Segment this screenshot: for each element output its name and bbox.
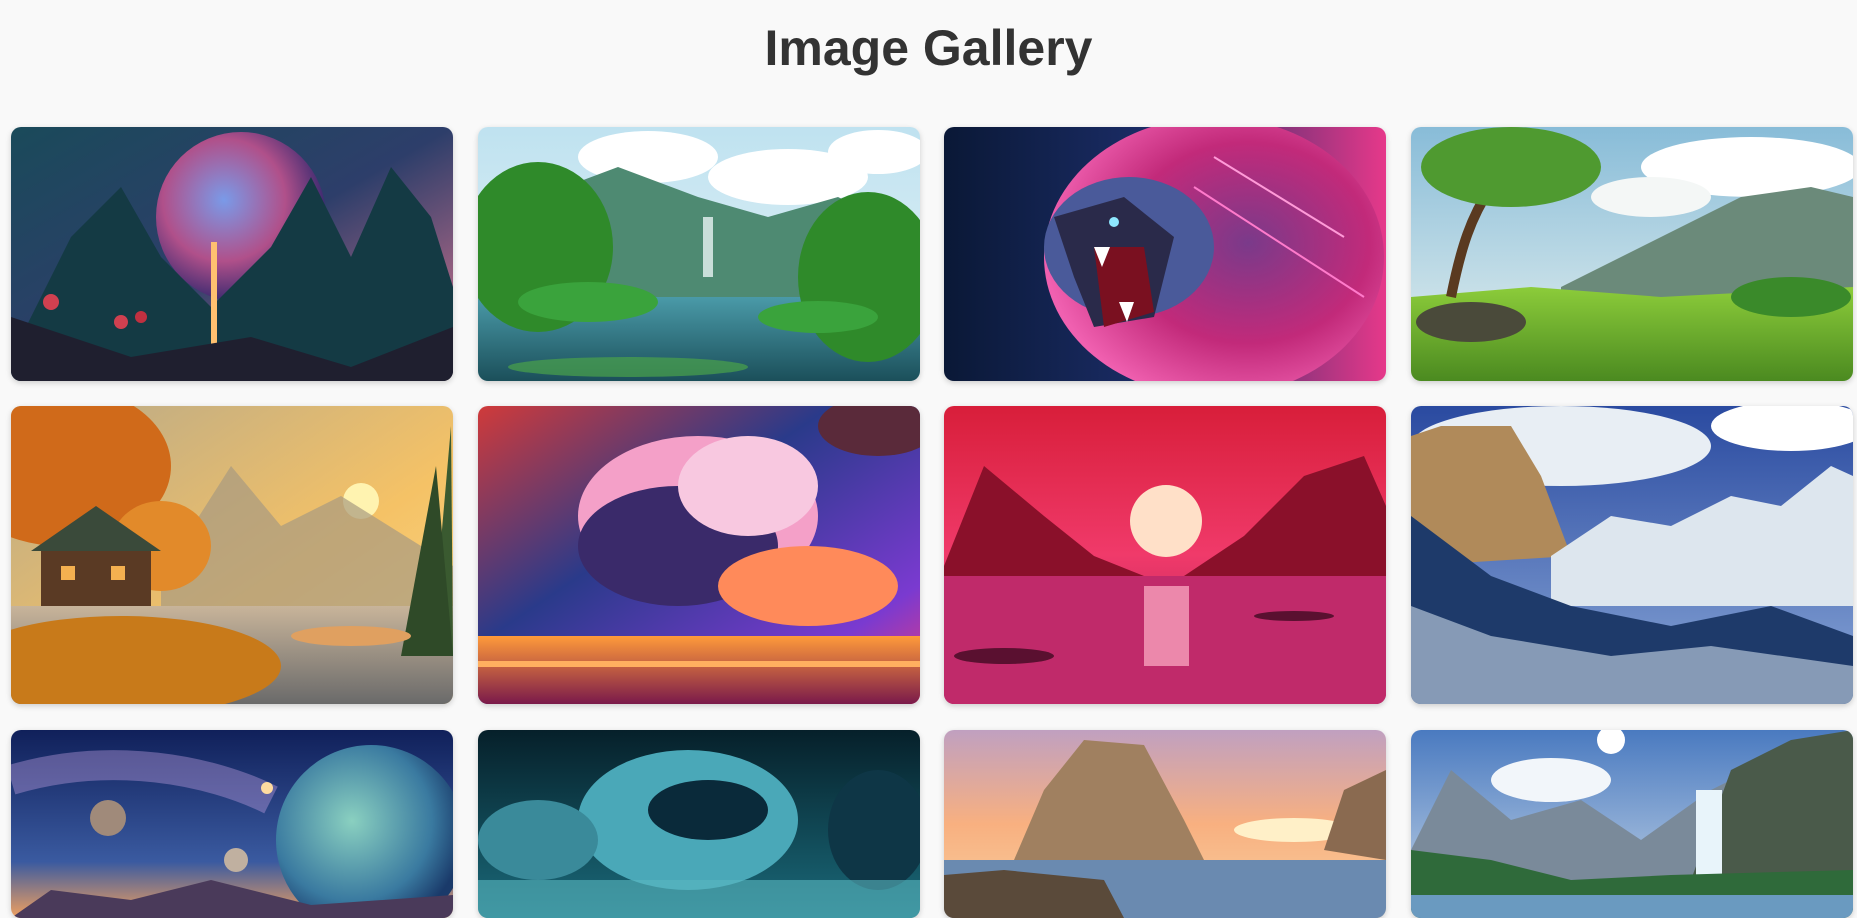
gallery-page: Image Gallery <box>0 0 1857 918</box>
gallery-image-colorful-clouds[interactable] <box>478 406 920 704</box>
gallery-image-neon-lion[interactable] <box>944 127 1386 381</box>
gallery-image-space-planets[interactable] <box>11 730 453 918</box>
gallery-image-crimson-sunset[interactable] <box>944 406 1386 704</box>
gallery-image-teal-clouds[interactable] <box>478 730 920 918</box>
gallery-image-snowy-valley[interactable] <box>1411 406 1853 704</box>
gallery-image-autumn-cabin[interactable] <box>11 406 453 704</box>
page-title: Image Gallery <box>764 20 1093 76</box>
gallery-image-tropical-lake[interactable] <box>478 127 920 381</box>
gallery-image-alien-planet[interactable] <box>11 127 453 381</box>
gallery-image-green-meadow[interactable] <box>1411 127 1853 381</box>
gallery-image-sea-rock[interactable] <box>944 730 1386 918</box>
gallery-image-mountain-waterfall[interactable] <box>1411 730 1853 918</box>
